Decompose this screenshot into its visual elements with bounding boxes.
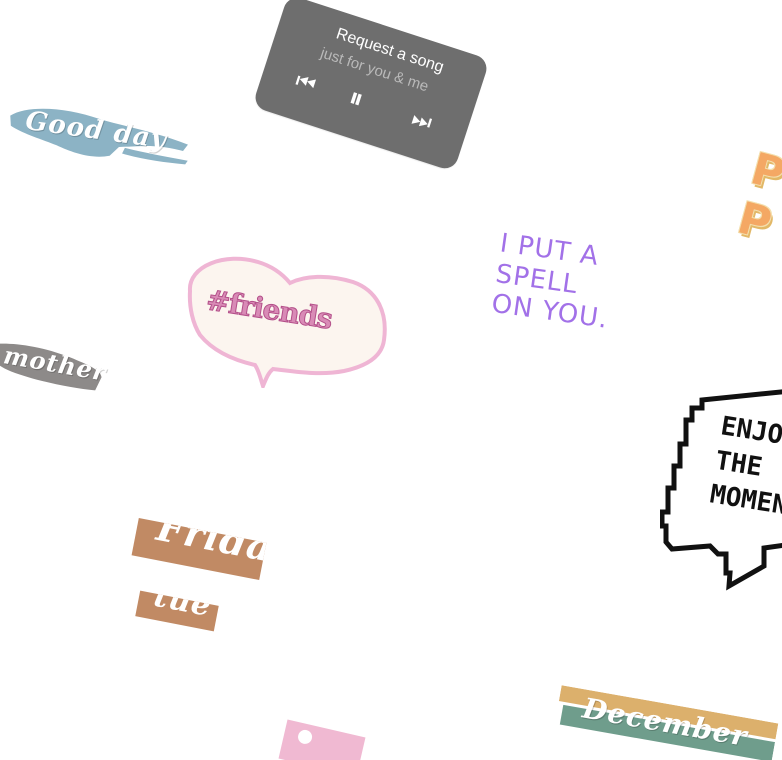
song-request-card[interactable]: Request a song just for you & me ⏮ ⏸ ⏭: [251, 0, 491, 172]
mother-sticker[interactable]: mother: [0, 337, 109, 403]
enjoy-moment-sticker[interactable]: ENJO THE MOMENT: [659, 382, 782, 592]
peach-line-2: P: [732, 192, 777, 250]
pause-icon[interactable]: ⏸: [345, 82, 367, 116]
next-track-icon[interactable]: ⏭: [408, 106, 435, 136]
peach-text-sticker[interactable]: P P: [727, 143, 782, 275]
december-sticker[interactable]: December: [554, 685, 779, 760]
previous-track-icon[interactable]: ⏮: [292, 68, 319, 98]
tue-text: tue: [151, 590, 215, 625]
sticker-canvas: Request a song just for you & me ⏮ ⏸ ⏭ G…: [0, 0, 782, 760]
pink-partial-sticker[interactable]: [278, 719, 366, 760]
good-day-sticker[interactable]: Good day: [1, 95, 196, 181]
spell-sticker[interactable]: I PUT A SPELL ON YOU.: [483, 228, 621, 383]
friends-heart-sticker[interactable]: #friends: [180, 248, 395, 392]
friday-text: Friday: [153, 517, 267, 575]
tue-sticker[interactable]: tue: [135, 590, 219, 632]
friday-sticker[interactable]: Friday: [131, 517, 267, 581]
pink-sticker-flower-icon: [296, 728, 314, 746]
